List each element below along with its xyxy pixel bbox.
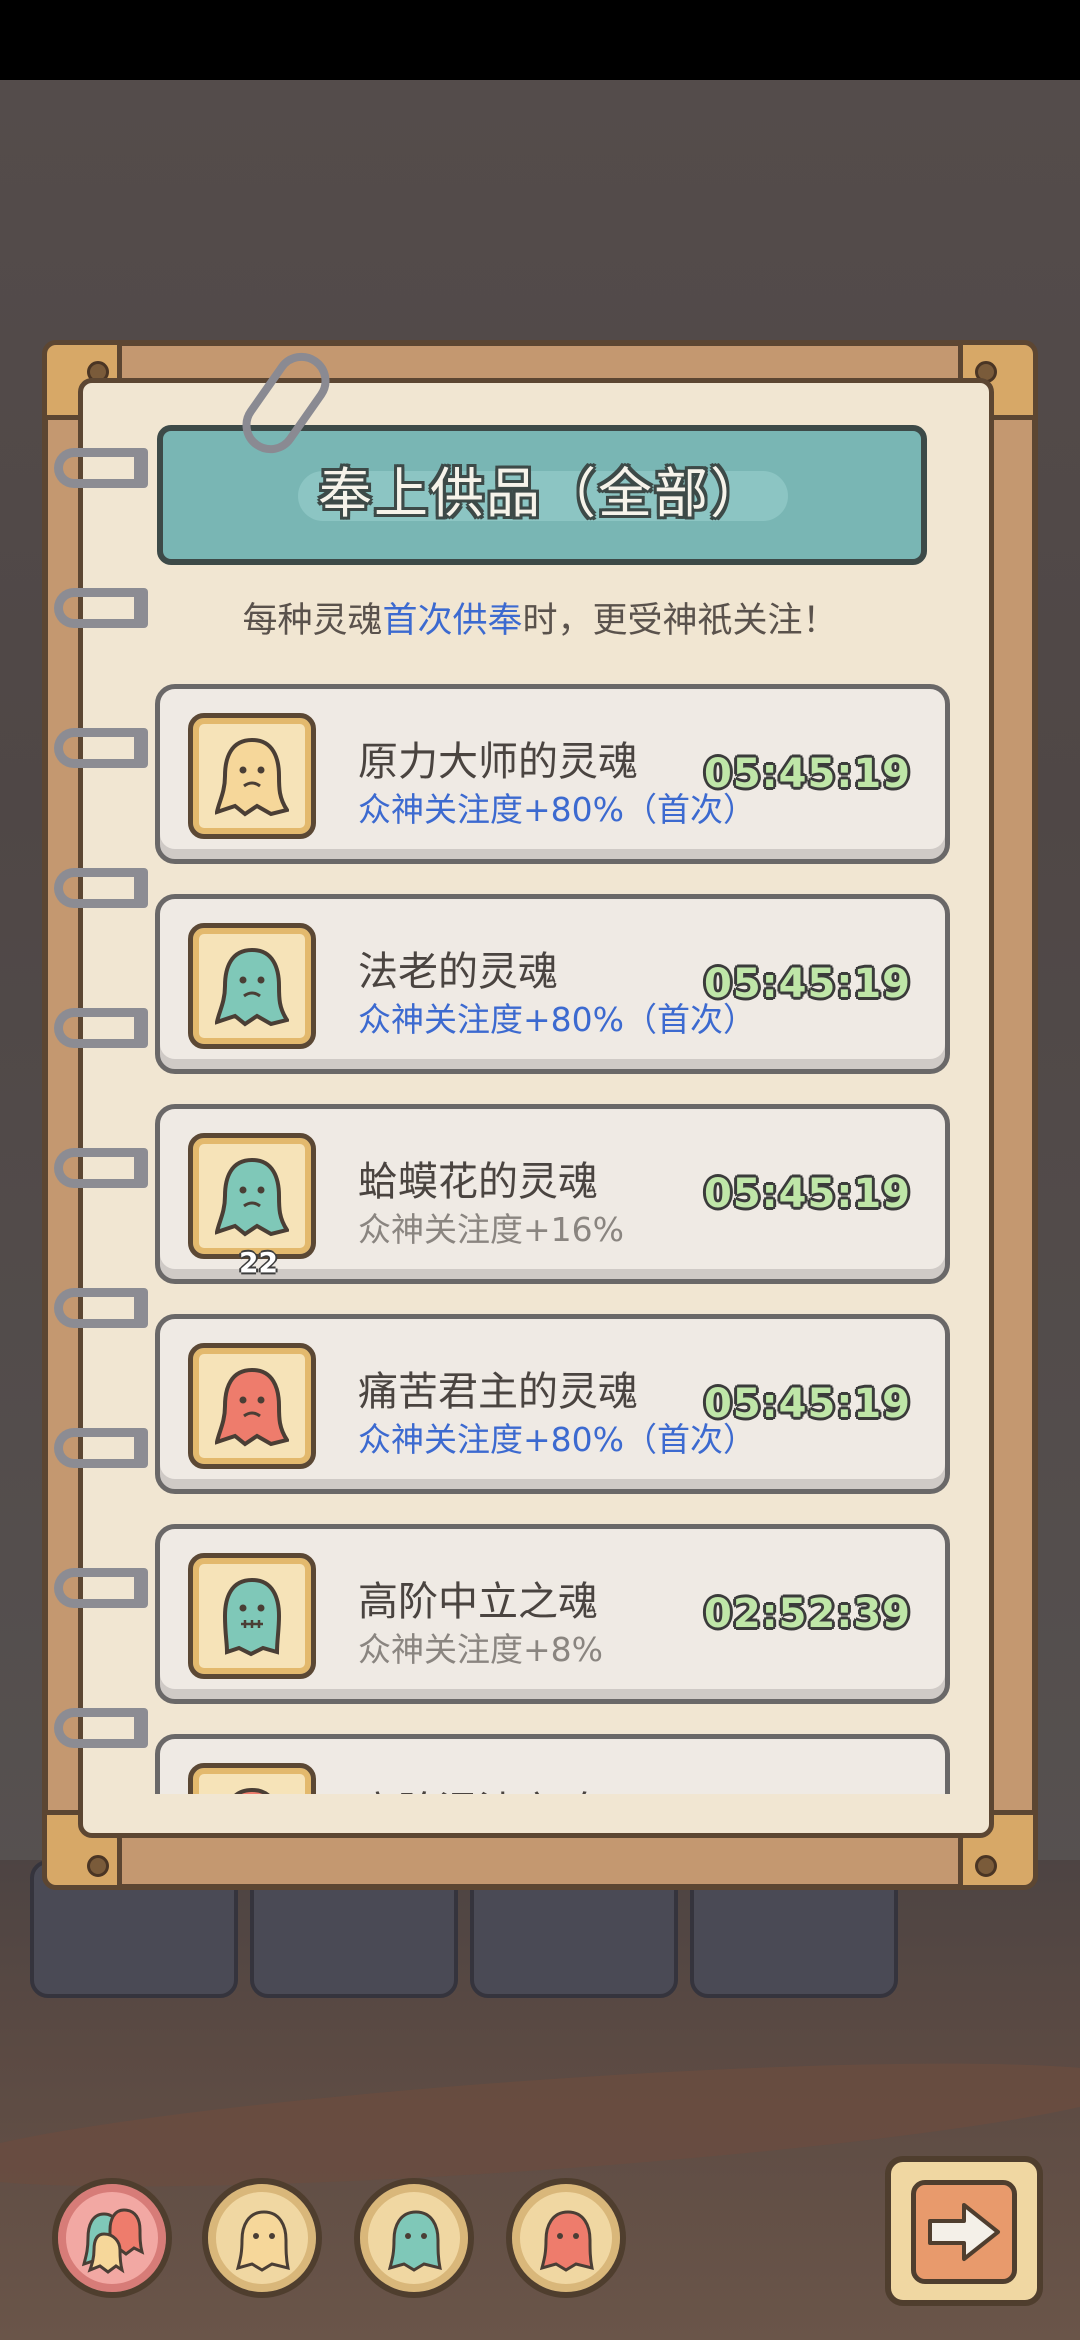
arrow-right-icon — [928, 2203, 1000, 2261]
binder-ring — [54, 448, 148, 488]
soul-name: 痛苦君主的灵魂 — [358, 1369, 638, 1415]
soul-name: 蛤蟆花的灵魂 — [358, 1159, 598, 1205]
binder-ring — [54, 1708, 148, 1748]
page-title: 奉上供品（全部） — [318, 462, 766, 525]
next-button[interactable] — [885, 2156, 1043, 2306]
soul-icon-frame — [188, 1763, 316, 1794]
binder-ring — [54, 868, 148, 908]
soul-icon-frame: 22 — [188, 1133, 316, 1279]
offering-item[interactable]: 22 蛤蟆花的灵魂 众神关注度+16% 05:45:19 — [155, 1104, 950, 1284]
all-souls-icon — [82, 2208, 145, 2274]
countdown-timer: 05:45:19 — [704, 1171, 911, 1217]
binder-ring — [54, 1008, 148, 1048]
filter-tab-green[interactable] — [354, 2178, 474, 2298]
hint-highlight: 首次供奉 — [382, 601, 523, 641]
soul-name: 原力大师的灵魂 — [358, 739, 638, 785]
soul-icon-frame — [188, 1553, 316, 1679]
countdown-timer: 05:45:19 — [704, 961, 911, 1007]
offering-item[interactable]: 高阶中立之魂 众神关注度+8% 02:52:39 — [155, 1524, 950, 1704]
countdown-timer: 05:45:19 — [704, 1381, 911, 1427]
binder-ring — [54, 1288, 148, 1328]
binder-ring — [54, 1428, 148, 1468]
soul-icon-frame — [188, 713, 316, 839]
filter-tab-yellow[interactable] — [202, 2178, 322, 2298]
ghost-icon — [215, 737, 289, 817]
ghost-icon — [222, 1577, 282, 1657]
attention-bonus: 众神关注度+80%（首次） — [358, 1000, 756, 1039]
attention-bonus: 众神关注度+16% — [358, 1210, 624, 1249]
red-ghost-icon — [539, 2210, 594, 2272]
offering-item[interactable]: 原力大师的灵魂 众神关注度+80%（首次） 05:45:19 — [155, 684, 950, 864]
next-button-face — [911, 2180, 1017, 2284]
soul-name: 法老的灵魂 — [358, 949, 558, 995]
binder-ring — [54, 1568, 148, 1608]
status-bar — [0, 0, 1080, 80]
binder-ring — [54, 728, 148, 768]
countdown-timer: 05:45:19 — [704, 751, 911, 797]
ghost-icon — [234, 1787, 270, 1794]
offering-list[interactable]: 原力大师的灵魂 众神关注度+80%（首次） 05:45:19 法老的灵魂 众神关… — [155, 682, 950, 1794]
ghost-icon — [215, 1367, 289, 1447]
soul-icon-frame — [188, 1343, 316, 1469]
soul-count: 22 — [239, 1246, 278, 1279]
green-ghost-icon — [387, 2210, 442, 2272]
offering-item[interactable]: 痛苦君主的灵魂 众神关注度+80%（首次） 05:45:19 — [155, 1314, 950, 1494]
ghost-icon — [215, 1157, 289, 1237]
attention-bonus: 众神关注度+8% — [358, 1630, 604, 1669]
ghost-icon — [215, 947, 289, 1027]
soul-name: 高阶混沌之魂 — [358, 1779, 598, 1794]
filter-tab-all[interactable] — [52, 2178, 172, 2298]
offering-item[interactable]: 高阶混沌之魂 — [155, 1734, 950, 1794]
binder-ring — [54, 1148, 148, 1188]
filter-tab-red[interactable] — [506, 2178, 626, 2298]
offering-item[interactable]: 法老的灵魂 众神关注度+80%（首次） 05:45:19 — [155, 894, 950, 1074]
yellow-ghost-icon — [235, 2210, 290, 2272]
soul-name: 高阶中立之魂 — [358, 1579, 598, 1625]
hint-text: 每种灵魂首次供奉时，更受神祇关注！ — [120, 592, 960, 643]
hint-text-part: 每种灵魂 — [242, 601, 383, 641]
attention-bonus: 众神关注度+80%（首次） — [358, 790, 756, 829]
hint-text-part: 时，更受神祇关注！ — [522, 601, 838, 641]
attention-bonus: 众神关注度+80%（首次） — [358, 1420, 756, 1459]
countdown-timer: 02:52:39 — [704, 1591, 911, 1637]
soul-icon-frame — [188, 923, 316, 1049]
